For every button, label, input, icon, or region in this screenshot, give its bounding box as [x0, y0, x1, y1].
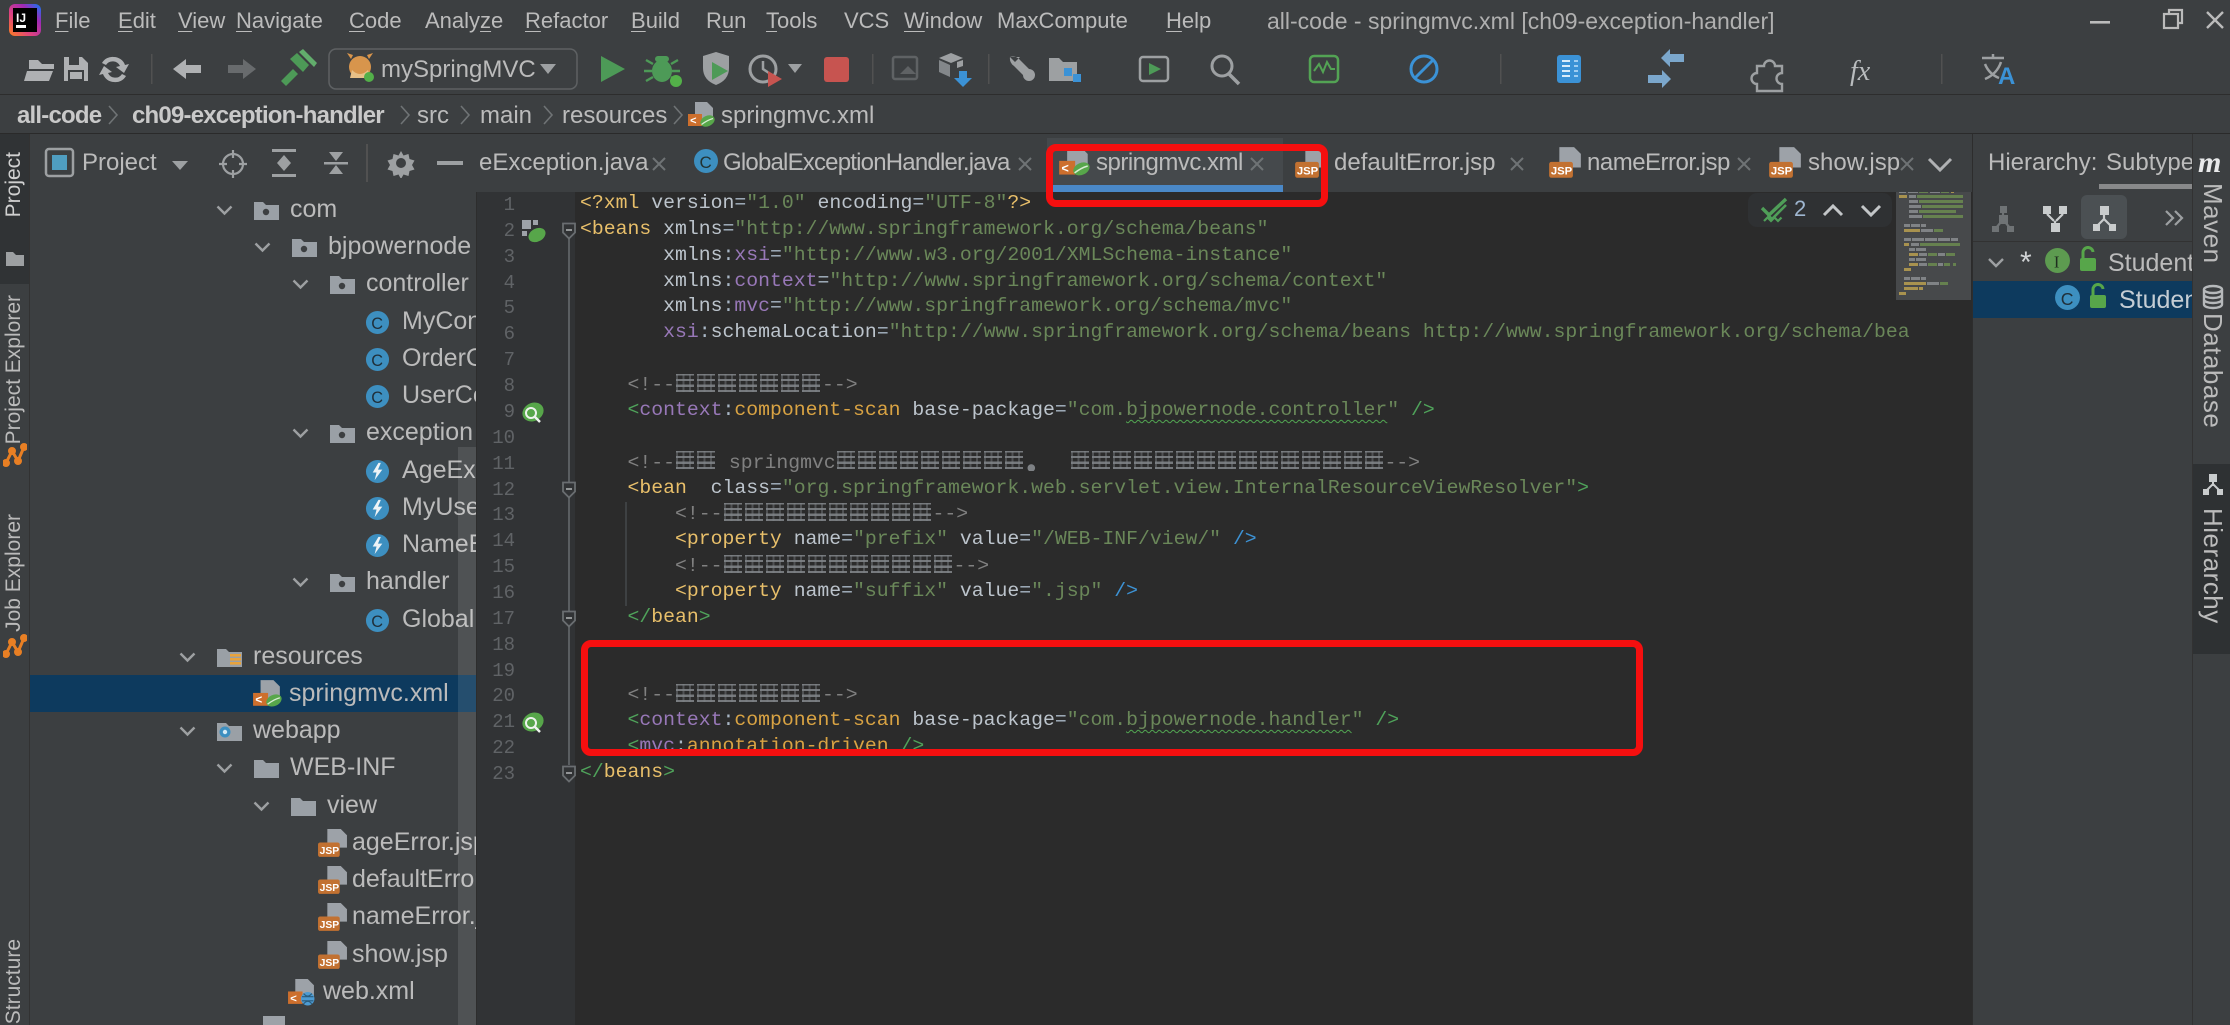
svg-text:A: A — [1998, 63, 2015, 90]
svg-text:mySpringMVC: mySpringMVC — [381, 56, 536, 83]
svg-text:C: C — [2061, 289, 2074, 309]
svg-text:C: C — [371, 315, 383, 333]
svg-text:<: < — [690, 116, 697, 128]
svg-text:JSP: JSP — [320, 883, 340, 894]
svg-text:JSP: JSP — [1771, 165, 1793, 177]
svg-text:<: < — [255, 694, 262, 708]
svg-text:C: C — [371, 352, 383, 370]
svg-text:C: C — [371, 389, 383, 407]
svg-text:I: I — [2054, 252, 2060, 271]
svg-text:IJ: IJ — [16, 11, 26, 25]
svg-text:C: C — [371, 613, 383, 631]
svg-text:JSP: JSP — [320, 958, 340, 969]
svg-text:C: C — [700, 153, 712, 172]
svg-text:fx: fx — [1850, 56, 1871, 87]
svg-text:JSP: JSP — [320, 846, 340, 857]
svg-text:<: < — [290, 994, 297, 1006]
svg-text:JSP: JSP — [320, 920, 340, 931]
svg-text:JSP: JSP — [1551, 165, 1573, 177]
